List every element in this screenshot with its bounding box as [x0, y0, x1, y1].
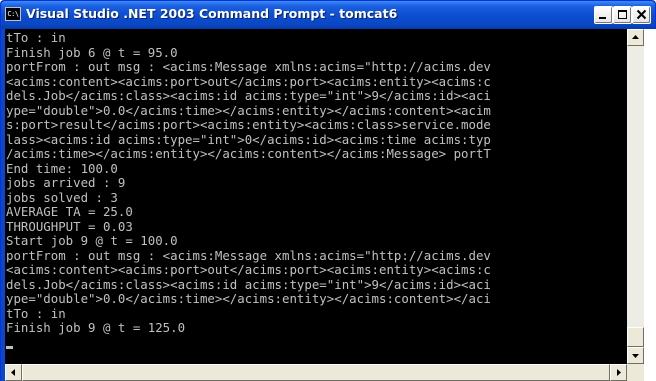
close-button[interactable] — [632, 6, 651, 24]
console-icon[interactable]: C:\ — [5, 7, 21, 21]
console-output[interactable]: tTo : in Finish job 6 @ t = 95.0 portFrom … — [5, 29, 627, 364]
console-line: dels.Job</acims:class><acims:id acims:ty… — [6, 276, 491, 292]
console-line: jobs solved : 3 — [6, 189, 118, 205]
scroll-left-button[interactable] — [5, 364, 22, 381]
minimize-button[interactable] — [594, 6, 613, 24]
console-line: tTo : in — [6, 305, 66, 321]
console-line: <acims:content><acims:port>out</acims:po… — [6, 73, 491, 89]
scroll-right-button[interactable] — [610, 364, 627, 381]
minimize-icon — [599, 17, 606, 19]
scrollbar-corner — [627, 364, 644, 381]
vertical-scrollbar[interactable] — [627, 29, 644, 364]
horizontal-scroll-thumb[interactable] — [22, 364, 610, 381]
console-icon-text: C:\ — [7, 10, 19, 18]
window-title: Visual Studio .NET 2003 Command Prompt -… — [26, 6, 398, 21]
console-line: <acims:content><acims:port>out</acims:po… — [6, 262, 491, 277]
horizontal-scrollbar[interactable] — [5, 364, 627, 381]
console-line: portFrom : out msg : <acims:Message xmln… — [6, 59, 491, 74]
console-line: /acims:time></acims:entity></acims:conte… — [6, 146, 491, 161]
console-line: Start job 9 @ t = 100.0 — [6, 233, 178, 248]
console-prompt-line[interactable] — [6, 336, 627, 351]
maximize-button[interactable] — [613, 6, 632, 24]
title-bar[interactable]: C:\ Visual Studio .NET 2003 Command Prom… — [1, 1, 655, 29]
console-line: lass><acims:id acims:type="int">0</acims… — [6, 131, 491, 147]
arrow-right-icon — [617, 369, 621, 376]
console-line: Finish job 6 @ t = 95.0 — [6, 44, 178, 60]
console-line: ype="double">0.0</acims:time></acims:ent… — [6, 102, 491, 118]
vertical-scroll-thumb[interactable] — [627, 327, 644, 347]
console-line: Finish job 9 @ t = 125.0 — [6, 320, 186, 335]
console-line: End time: 100.0 — [6, 160, 118, 176]
console-line: jobs arrived : 9 — [6, 175, 126, 190]
text-cursor — [6, 346, 13, 349]
arrow-left-icon — [11, 369, 15, 376]
scroll-up-button[interactable] — [627, 29, 644, 46]
console-line: AVERAGE TA = 25.0 — [6, 204, 133, 219]
maximize-icon — [618, 10, 627, 19]
console-line: portFrom : out msg : <acims:Message xmln… — [6, 247, 491, 263]
close-icon — [636, 9, 647, 20]
console-line: dels.Job</acims:class><acims:id acims:ty… — [6, 88, 491, 103]
console-window: C:\ Visual Studio .NET 2003 Command Prom… — [0, 0, 656, 381]
window-frame-right — [644, 29, 656, 381]
console-line: THROUGHPUT = 0.03 — [6, 218, 133, 234]
console-line: tTo : in — [6, 30, 66, 45]
arrow-up-icon — [632, 35, 639, 39]
console-line: ype="double">0.0</acims:time></acims:ent… — [6, 291, 491, 306]
scroll-down-button[interactable] — [627, 347, 644, 364]
arrow-down-icon — [632, 354, 639, 358]
console-line: s:port>result</acims:port><acims:entity>… — [6, 117, 491, 132]
